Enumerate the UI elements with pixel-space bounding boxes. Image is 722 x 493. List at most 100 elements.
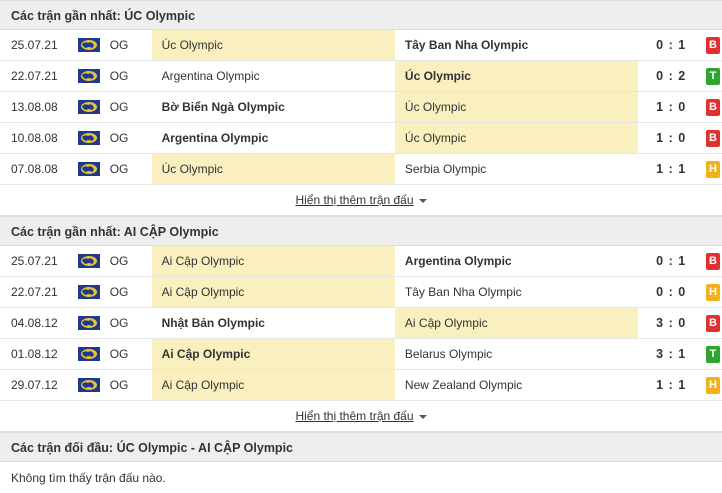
result-badge: H (706, 283, 721, 301)
show-more-label: Hiển thị thêm trận đấu (295, 409, 414, 423)
match-score[interactable]: 0 : 1 (638, 30, 704, 60)
match-list-egypt: 25.07.21 OG Ai Cập Olympic Argentina Olympi… (0, 246, 722, 401)
home-team[interactable]: Úc Olympic (151, 154, 395, 184)
result-cell: T (704, 61, 722, 91)
competition-flag-icon (77, 339, 110, 369)
table-row[interactable]: 22.07.21 OG Ai Cập Olympic Tây Ban Nha Olym… (0, 277, 722, 308)
show-more-row-egypt: Hiển thị thêm trận đấu (0, 401, 722, 432)
match-score[interactable]: 1 : 1 (638, 154, 704, 184)
result-cell: B (704, 92, 722, 122)
result-badge: H (706, 160, 721, 178)
competition-code: OG (109, 38, 129, 52)
match-date: 13.08.08 (11, 100, 58, 114)
result-cell: T (704, 339, 722, 369)
result-badge: B (706, 36, 721, 54)
competition-code: OG (109, 100, 129, 114)
match-score[interactable]: 0 : 1 (638, 246, 704, 276)
away-team[interactable]: Úc Olympic (394, 92, 639, 122)
table-row[interactable]: 25.07.21 OG Úc Olympic Tây Ban Nha Olympic 0… (0, 30, 722, 61)
match-date: 07.08.08 (11, 162, 58, 176)
show-more-label: Hiển thị thêm trận đấu (295, 193, 414, 207)
match-score[interactable]: 1 : 1 (638, 370, 704, 400)
match-list-australia: 25.07.21 OG Úc Olympic Tây Ban Nha Olympic 0… (0, 30, 722, 185)
home-team[interactable]: Nhật Bản Olympic (152, 308, 395, 338)
table-row[interactable]: 22.07.21 OG Argentina Olympic Úc Olympic 0 :… (0, 61, 722, 92)
home-team[interactable]: Ai Cập Olympic (151, 277, 395, 307)
competition-code: OG (109, 316, 129, 330)
match-date: 22.07.21 (11, 285, 58, 299)
show-more-link-egypt[interactable]: Hiển thị thêm trận đấu (295, 409, 427, 423)
match-score[interactable]: 3 : 0 (638, 308, 704, 338)
competition-flag-icon (77, 61, 110, 91)
caret-down-icon (418, 414, 427, 419)
away-team[interactable]: Tây Ban Nha Olympic (395, 30, 638, 60)
home-team[interactable]: Bờ Biển Ngà Olympic (152, 92, 395, 122)
away-team[interactable]: Úc Olympic (394, 61, 639, 91)
competition-flag-icon (77, 277, 110, 307)
table-row[interactable]: 10.08.08 OG Argentina Olympic Úc Olympic 1 :… (0, 123, 722, 154)
result-cell: B (704, 246, 722, 276)
match-date: 29.07.12 (11, 378, 58, 392)
match-score[interactable]: 0 : 2 (638, 61, 704, 91)
away-team[interactable]: Argentina Olympic (395, 246, 638, 276)
competition-flag-icon (77, 370, 110, 400)
result-cell: B (704, 30, 722, 60)
result-badge: H (706, 376, 721, 394)
result-badge: B (706, 314, 721, 332)
away-team[interactable]: Serbia Olympic (395, 154, 638, 184)
caret-down-icon (418, 198, 427, 203)
home-team[interactable]: Ai Cập Olympic (151, 339, 395, 369)
home-team[interactable]: Argentina Olympic (152, 123, 395, 153)
home-team[interactable]: Úc Olympic (151, 30, 395, 60)
home-team[interactable]: Ai Cập Olympic (151, 370, 395, 400)
away-team[interactable]: Tây Ban Nha Olympic (395, 277, 638, 307)
section-header-egypt: Các trận gần nhất: AI CẬP Olympic (0, 216, 722, 246)
section-header-australia: Các trận gần nhất: ÚC Olympic (0, 0, 722, 30)
away-team[interactable]: Úc Olympic (394, 123, 639, 153)
match-score[interactable]: 3 : 1 (638, 339, 704, 369)
match-date: 04.08.12 (11, 316, 58, 330)
competition-flag-icon (77, 92, 110, 122)
empty-message: Không tìm thấy trận đấu nào. (11, 471, 166, 485)
competition-flag-icon (77, 154, 110, 184)
home-team[interactable]: Argentina Olympic (152, 61, 395, 91)
result-cell: H (704, 154, 722, 184)
match-date: 10.08.08 (11, 131, 58, 145)
match-date: 22.07.21 (11, 69, 58, 83)
competition-flag-icon (77, 246, 110, 276)
section-header-head-to-head: Các trận đối đầu: ÚC Olympic - AI CẬP Ol… (0, 432, 722, 462)
match-score[interactable]: 0 : 0 (638, 277, 704, 307)
match-history-page: Các trận gần nhất: ÚC Olympic 25.07.21 OG… (0, 0, 722, 493)
away-team[interactable]: Ai Cập Olympic (394, 308, 639, 338)
home-team[interactable]: Ai Cập Olympic (151, 246, 395, 276)
competition-flag-icon (77, 30, 110, 60)
competition-code: OG (109, 131, 129, 145)
competition-code: OG (109, 69, 129, 83)
result-badge: B (706, 129, 721, 147)
match-date: 25.07.21 (11, 38, 58, 52)
competition-code: OG (109, 378, 129, 392)
table-row[interactable]: 04.08.12 OG Nhật Bản Olympic Ai Cập Olympic… (0, 308, 722, 339)
competition-code: OG (109, 254, 129, 268)
competition-code: OG (109, 162, 129, 176)
competition-code: OG (109, 347, 129, 361)
result-cell: H (704, 277, 722, 307)
show-more-link-australia[interactable]: Hiển thị thêm trận đấu (295, 193, 427, 207)
table-row[interactable]: 25.07.21 OG Ai Cập Olympic Argentina Olympi… (0, 246, 722, 277)
result-cell: H (704, 370, 722, 400)
table-row[interactable]: 01.08.12 OG Ai Cập Olympic Belarus Olympic 3… (0, 339, 722, 370)
result-badge: B (706, 252, 721, 270)
table-row[interactable]: 29.07.12 OG Ai Cập Olympic New Zealand Olym… (0, 370, 722, 401)
table-row[interactable]: 13.08.08 OG Bờ Biển Ngà Olympic Úc Olympic 1… (0, 92, 722, 123)
away-team[interactable]: Belarus Olympic (395, 339, 638, 369)
result-badge: T (706, 345, 721, 363)
result-cell: B (704, 123, 722, 153)
result-badge: B (706, 98, 721, 116)
competition-flag-icon (77, 123, 110, 153)
match-date: 01.08.12 (11, 347, 58, 361)
match-score[interactable]: 1 : 0 (638, 92, 704, 122)
result-badge: T (706, 67, 721, 85)
away-team[interactable]: New Zealand Olympic (395, 370, 638, 400)
match-score[interactable]: 1 : 0 (638, 123, 704, 153)
table-row[interactable]: 07.08.08 OG Úc Olympic Serbia Olympic 1 : 1H (0, 154, 722, 185)
